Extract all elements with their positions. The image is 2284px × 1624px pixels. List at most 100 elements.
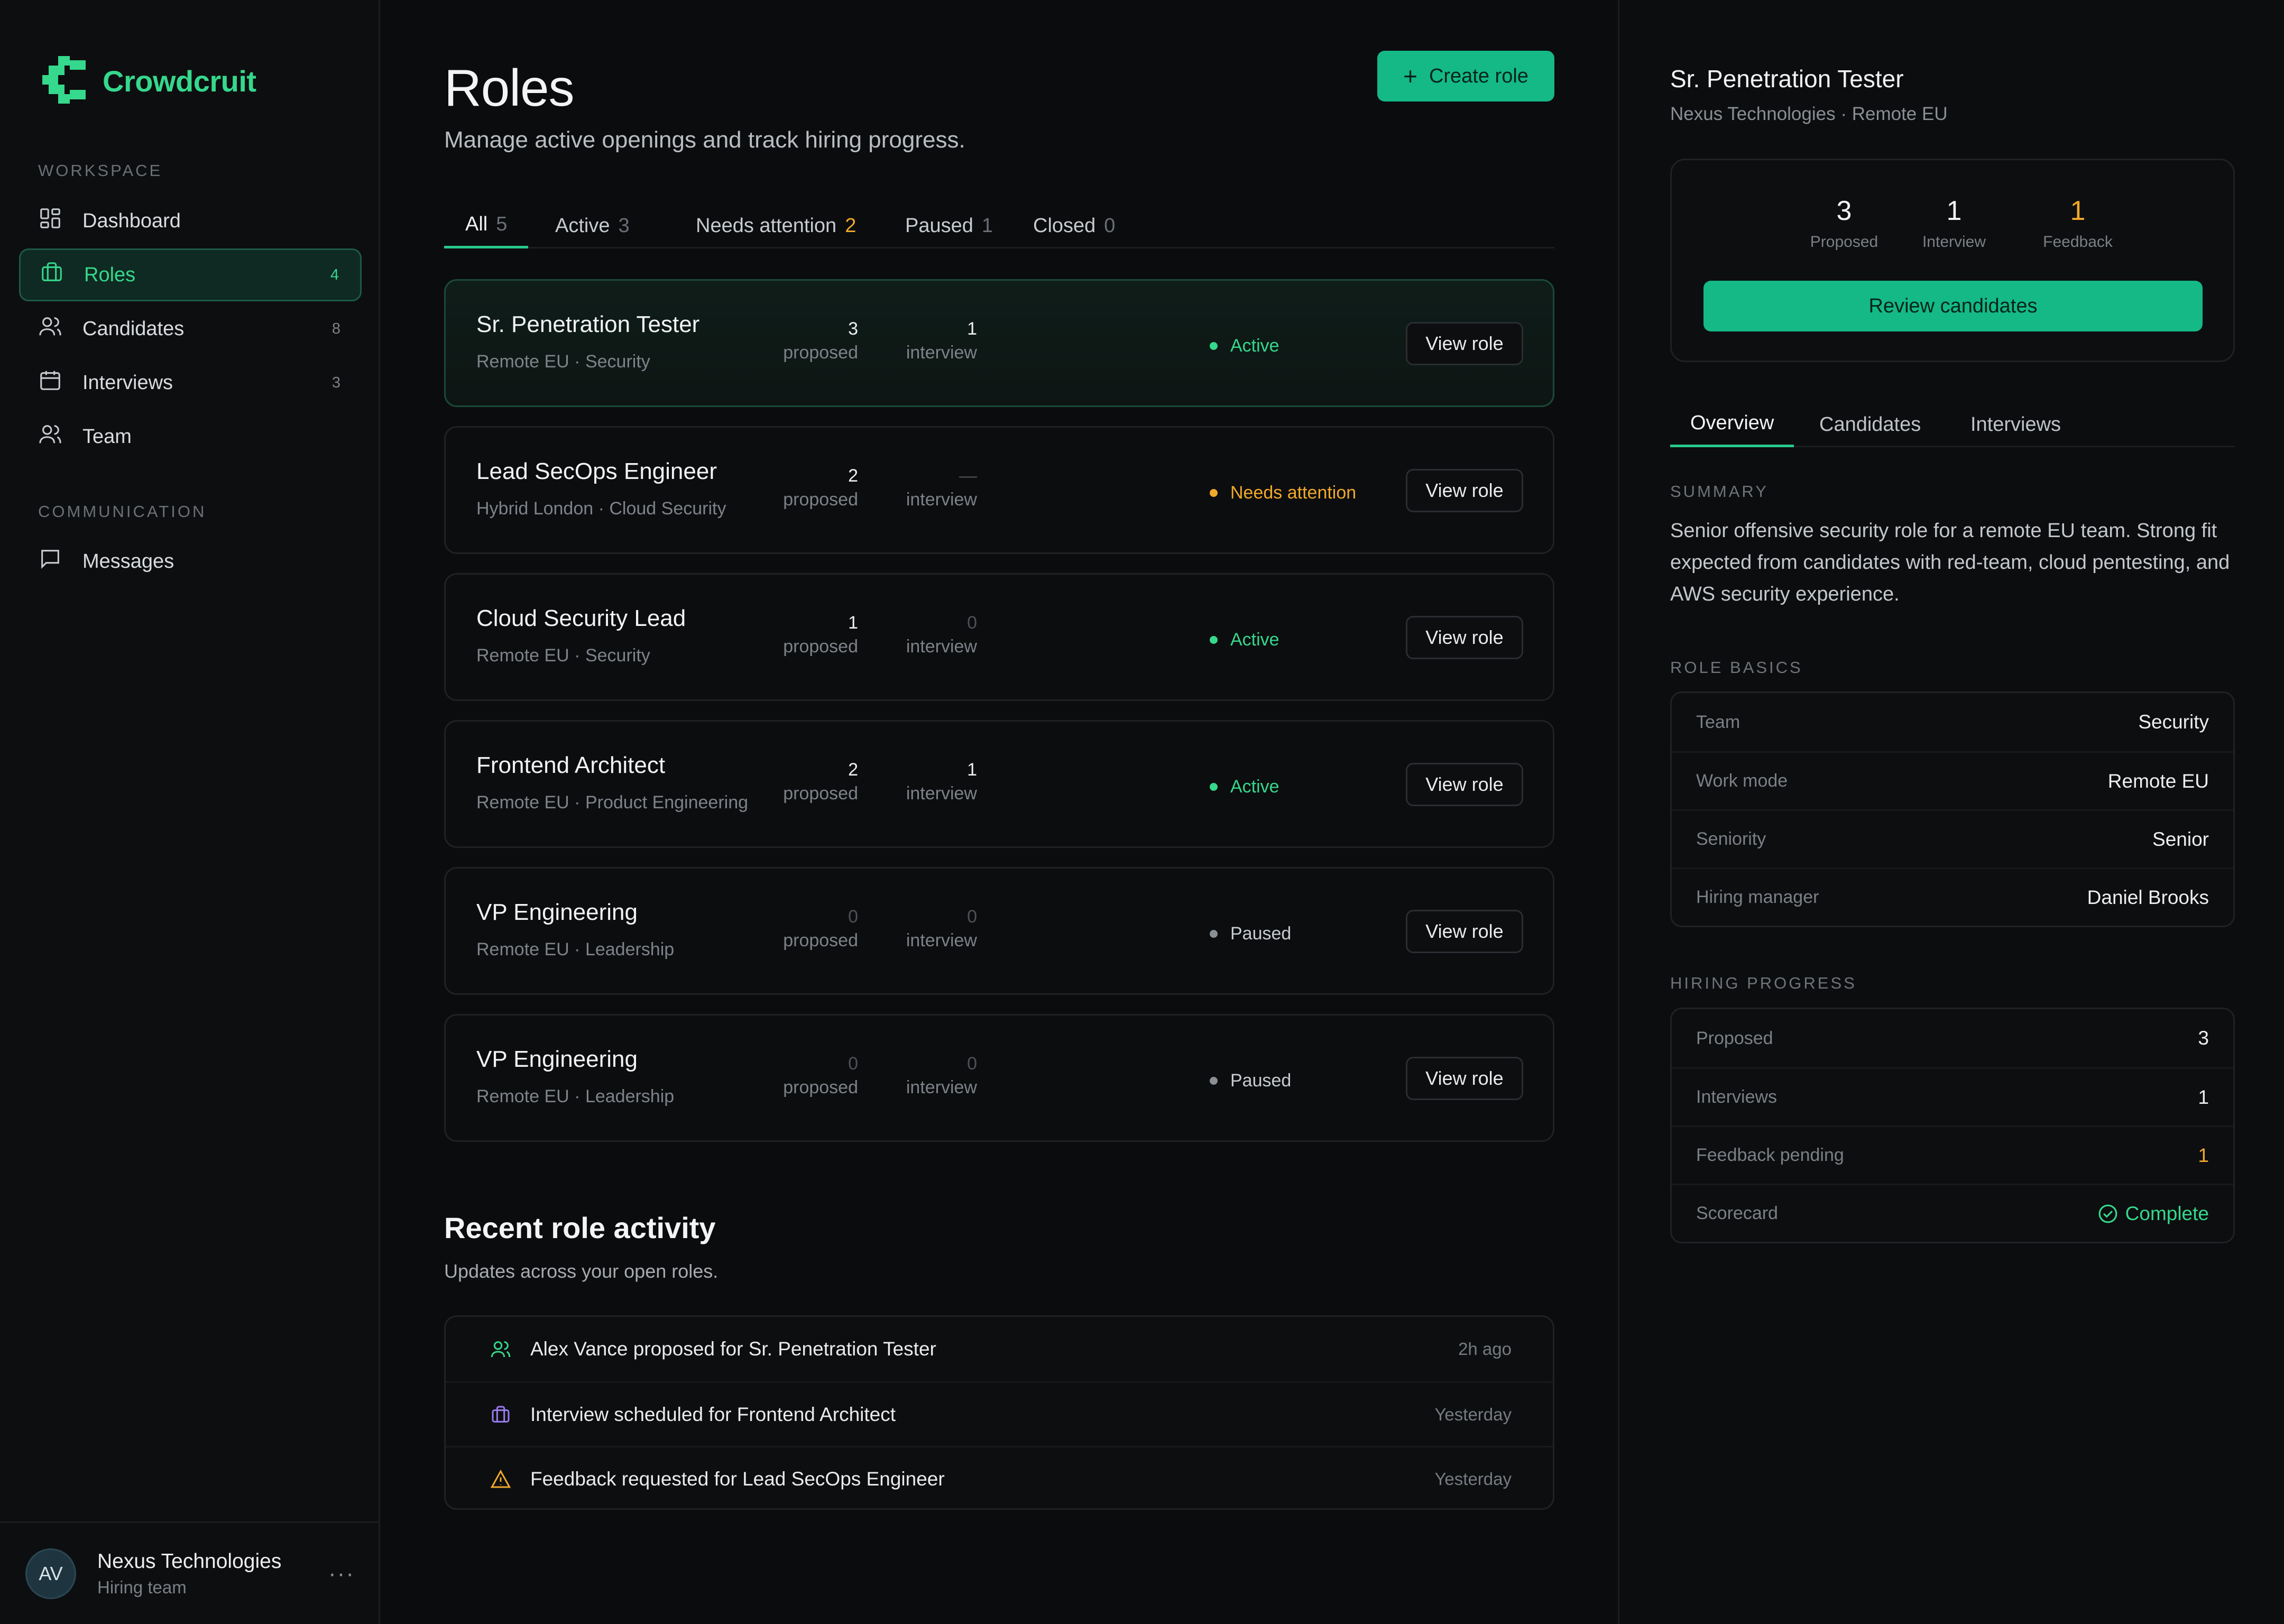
brand[interactable]: Crowdcruit (42, 56, 256, 105)
status-label: Active (1230, 777, 1279, 797)
role-meta: Remote EU · Security (476, 352, 650, 372)
view-role-button[interactable]: View role (1406, 763, 1523, 806)
kv-row: Hiring manager Daniel Brooks (1672, 868, 2233, 926)
sidebar-item-dashboard[interactable]: Dashboard (19, 195, 362, 247)
sidebar-item-roles[interactable]: Roles 4 (19, 248, 362, 301)
tab-count: 0 (1104, 214, 1116, 237)
view-role-button[interactable]: View role (1406, 469, 1523, 512)
activity-item[interactable]: Interview scheduled for Frontend Archite… (446, 1381, 1553, 1446)
role-card[interactable]: Lead SecOps Engineer Hybrid London · Clo… (444, 426, 1554, 554)
role-basics-table: Team Security Work mode Remote EU Senior… (1670, 691, 2235, 927)
interview-stat: — interview (816, 466, 977, 510)
interview-count: 0 (967, 907, 977, 927)
tab-interviews[interactable]: Interviews (1950, 402, 2081, 447)
role-card[interactable]: Cloud Security Lead Remote EU · Security… (444, 573, 1554, 701)
status-label: Paused (1230, 1071, 1292, 1091)
kv-row: Team Security (1672, 693, 2233, 751)
create-role-label: Create role (1429, 64, 1528, 87)
tab-paused[interactable]: Paused 1 (884, 203, 1014, 248)
feedback-stat: 1 Feedback (2014, 195, 2141, 251)
role-title: Cloud Security Lead (476, 605, 686, 631)
interview-count: 1 (967, 760, 977, 780)
kv-key: Feedback pending (1696, 1145, 1844, 1165)
view-role-button[interactable]: View role (1406, 322, 1523, 365)
users-icon (38, 314, 82, 344)
view-role-button[interactable]: View role (1406, 910, 1523, 953)
sidebar-item-label: Roles (84, 263, 136, 286)
role-title: Lead SecOps Engineer (476, 458, 717, 484)
sidebar-item-count: 3 (331, 374, 340, 391)
avatar: AV (25, 1548, 76, 1599)
kv-value: 1 (2198, 1086, 2209, 1108)
tab-active[interactable]: Active 3 (534, 203, 651, 248)
sidebar: Crowdcruit WORKSPACE Dashboard Roles 4 C… (0, 0, 380, 1624)
hiring-progress-table: Proposed 3 Interviews 1 Feedback pending… (1670, 1008, 2235, 1243)
activity-list: Alex Vance proposed for Sr. Penetration … (444, 1315, 1554, 1510)
role-basics-heading: ROLE BASICS (1670, 658, 1803, 677)
kv-value: 1 (2198, 1144, 2209, 1166)
activity-time: 2h ago (1458, 1339, 1512, 1359)
plus-icon: + (1403, 62, 1417, 90)
kv-value: Remote EU (2107, 770, 2209, 792)
role-card[interactable]: Frontend Architect Remote EU · Product E… (444, 720, 1554, 848)
interview-count: 1 (967, 319, 977, 339)
kv-key: Proposed (1696, 1028, 1773, 1048)
tab-closed[interactable]: Closed 0 (1012, 203, 1136, 248)
kv-row: Proposed 3 (1672, 1009, 2233, 1067)
status-dot-icon (1210, 636, 1218, 644)
status-badge: Paused (1210, 1071, 1291, 1091)
status-badge: Paused (1210, 924, 1291, 944)
tab-all[interactable]: All 5 (444, 203, 529, 248)
role-card[interactable]: VP Engineering Remote EU · Leadership 0 … (444, 867, 1554, 995)
role-title: Frontend Architect (476, 752, 666, 778)
kv-value: Security (2138, 711, 2209, 733)
kv-row: Interviews 1 (1672, 1067, 2233, 1125)
message-icon (38, 547, 82, 576)
activity-title: Recent role activity (444, 1211, 716, 1244)
activity-item[interactable]: Feedback requested for Lead SecOps Engin… (446, 1446, 1553, 1508)
tab-count: 5 (496, 213, 508, 235)
tab-overview[interactable]: Overview (1670, 402, 1794, 447)
role-detail-panel: Sr. Penetration Tester Nexus Technologie… (1618, 0, 2284, 1624)
role-card[interactable]: VP Engineering Remote EU · Leadership 0 … (444, 1014, 1554, 1142)
kv-key: Team (1696, 712, 1740, 732)
tab-needs-attention[interactable]: Needs attention 2 (675, 203, 877, 248)
tab-label: Closed (1033, 214, 1096, 237)
activity-time: Yesterday (1434, 1469, 1512, 1489)
tab-label: Paused (905, 214, 973, 237)
status-label: Active (1230, 630, 1279, 650)
kv-key: Seniority (1696, 829, 1766, 849)
create-role-button[interactable]: + Create role (1377, 51, 1554, 102)
role-title: VP Engineering (476, 899, 638, 925)
more-options-button[interactable]: ··· (326, 1561, 357, 1587)
status-dot-icon (1210, 342, 1218, 350)
tab-candidates[interactable]: Candidates (1799, 402, 1941, 447)
sidebar-item-team[interactable]: Team (19, 410, 362, 463)
review-candidates-button[interactable]: Review candidates (1703, 281, 2203, 331)
tab-count: 3 (618, 214, 630, 237)
sidebar-item-messages[interactable]: Messages (19, 535, 362, 588)
status-badge: Needs attention (1210, 483, 1356, 503)
role-card[interactable]: Sr. Penetration Tester Remote EU · Secur… (444, 279, 1554, 407)
sidebar-item-interviews[interactable]: Interviews 3 (19, 356, 362, 409)
view-role-button[interactable]: View role (1406, 1057, 1523, 1100)
warning-icon (490, 1469, 511, 1488)
kv-row: Scorecard Complete (1672, 1184, 2233, 1242)
calendar-icon (38, 368, 82, 398)
stat-value: 3 (1836, 196, 1852, 226)
workspace-heading: WORKSPACE (38, 161, 163, 180)
status-badge: Active (1210, 630, 1279, 650)
kv-key: Interviews (1696, 1087, 1778, 1107)
activity-time: Yesterday (1434, 1404, 1512, 1424)
sidebar-item-label: Team (82, 425, 132, 448)
account-info: Nexus Technologies Hiring team (97, 1550, 326, 1598)
view-role-button[interactable]: View role (1406, 616, 1523, 659)
activity-item[interactable]: Alex Vance proposed for Sr. Penetration … (446, 1317, 1553, 1381)
kv-value: Daniel Brooks (2087, 886, 2209, 908)
scorecard-status: Complete (2098, 1203, 2209, 1225)
account-switcher[interactable]: AV Nexus Technologies Hiring team ··· (0, 1521, 379, 1624)
sidebar-item-candidates[interactable]: Candidates 8 (19, 302, 362, 355)
panel-tabs: Overview Candidates Interviews (1670, 402, 2235, 447)
account-org: Nexus Technologies (97, 1549, 282, 1573)
status-dot-icon (1210, 1077, 1218, 1085)
